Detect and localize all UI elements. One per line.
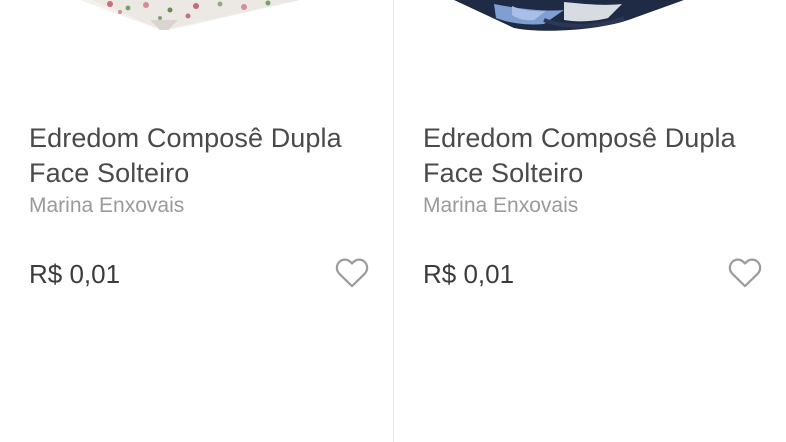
price-row: R$ 0,01: [29, 254, 371, 294]
product-price: R$ 0,01: [423, 259, 515, 289]
favorite-button[interactable]: [726, 254, 764, 292]
product-title[interactable]: Edredom Composê Dupla Face Solteiro: [29, 121, 371, 191]
product-title[interactable]: Edredom Composê Dupla Face Solteiro: [423, 121, 764, 191]
product-title-line1: Edredom Composê Dupla: [423, 123, 736, 153]
product-title-line2: Face Solteiro: [423, 158, 584, 188]
product-brand: Marina Enxovais: [423, 194, 579, 217]
product-title-line1: Edredom Composê Dupla: [29, 123, 342, 153]
product-title-line2: Face Solteiro: [29, 158, 190, 188]
blue-comforter-image: [454, 0, 684, 31]
price-row: R$ 0,01: [423, 254, 764, 294]
floral-comforter-image: [80, 0, 300, 30]
product-brand: Marina Enxovais: [29, 194, 185, 217]
product-card[interactable]: Edredom Composê Dupla Face Solteiro Mari…: [393, 0, 786, 442]
favorite-button[interactable]: [333, 254, 371, 292]
product-price: R$ 0,01: [29, 259, 121, 289]
product-image[interactable]: [394, 0, 786, 100]
heart-outline-icon: [728, 258, 762, 288]
product-image[interactable]: [0, 0, 393, 100]
product-grid: Edredom Composê Dupla Face Solteiro Mari…: [0, 0, 786, 442]
heart-outline-icon: [335, 258, 369, 288]
product-card[interactable]: Edredom Composê Dupla Face Solteiro Mari…: [0, 0, 393, 442]
